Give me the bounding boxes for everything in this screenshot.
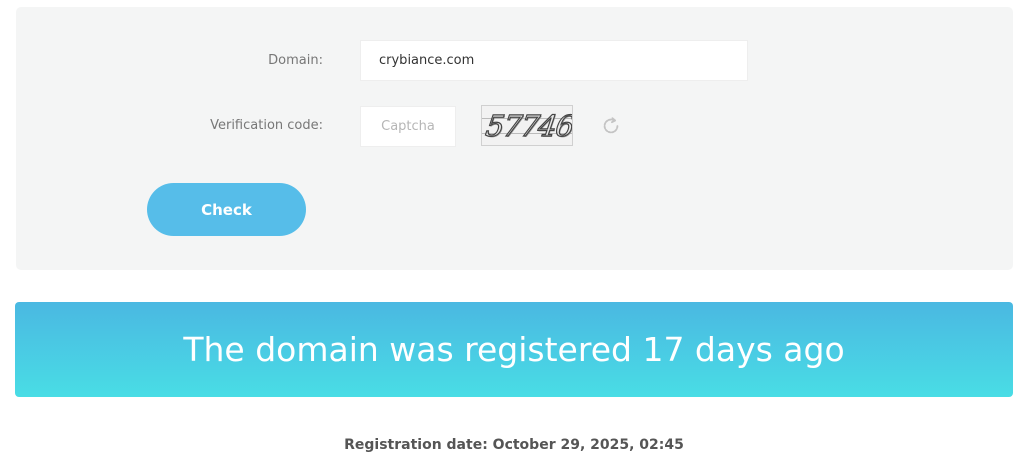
result-banner: The domain was registered 17 days ago	[15, 302, 1013, 397]
captcha-text: 57746	[483, 108, 573, 143]
domain-label: Domain:	[268, 53, 323, 68]
captcha-input[interactable]	[360, 106, 456, 147]
refresh-icon[interactable]	[600, 115, 622, 137]
registration-age-message: The domain was registered 17 days ago	[183, 330, 845, 369]
captcha-image: 57746	[481, 105, 573, 146]
registration-date: Registration date: October 29, 2025, 02:…	[344, 437, 684, 453]
check-button[interactable]: Check	[147, 183, 306, 236]
domain-input[interactable]	[360, 40, 748, 81]
domain-check-form: Domain: Verification code: 57746 Check	[16, 7, 1013, 270]
verification-code-label: Verification code:	[210, 118, 323, 133]
